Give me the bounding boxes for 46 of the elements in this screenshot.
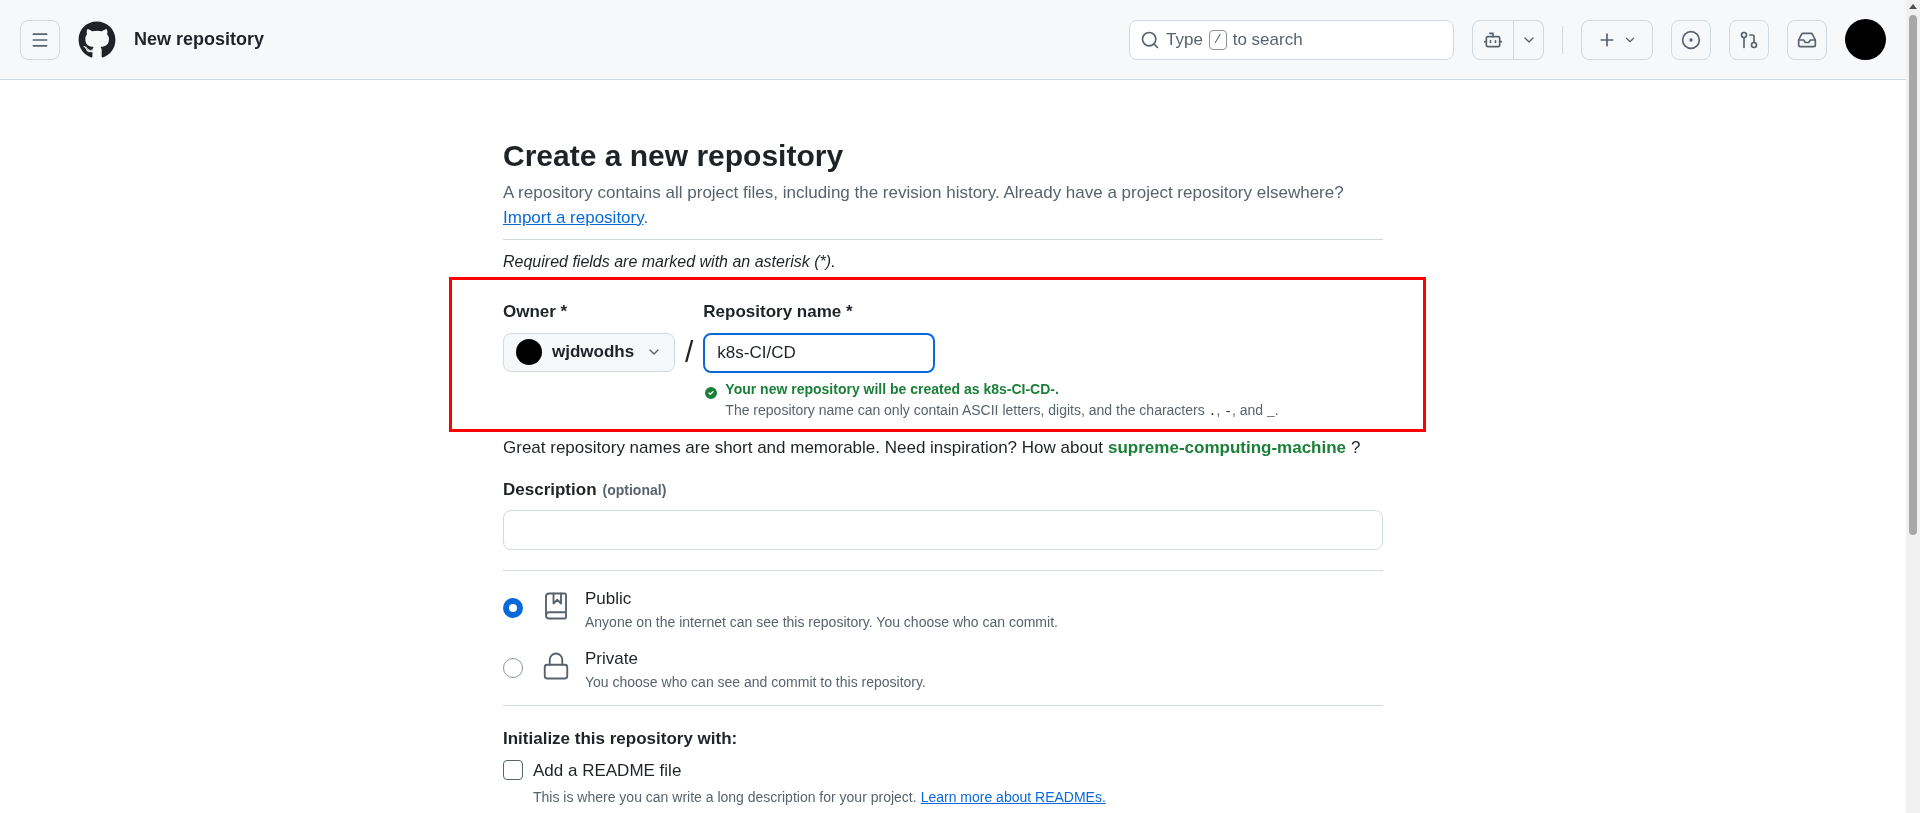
separator-slash: / <box>685 334 694 370</box>
suggested-name-link[interactable]: supreme-computing-machine <box>1108 435 1347 461</box>
pull-request-icon <box>1739 29 1759 50</box>
required-note: Required fields are marked with an asterisk (*). <box>503 252 837 272</box>
readme-checkbox[interactable] <box>503 760 523 781</box>
readme-description: This is where you can write a long description for your project. <box>533 788 917 807</box>
owner-avatar <box>516 339 542 365</box>
visibility-description: You choose who can see and commit to this repository. <box>585 673 926 692</box>
visibility-label: Private <box>585 648 639 670</box>
search-field[interactable]: Type / to search <box>1129 19 1454 60</box>
logo-icon[interactable] <box>78 20 116 59</box>
lock-icon <box>541 651 571 681</box>
optional-hint: (optional) <box>602 480 667 500</box>
description-field[interactable] <box>503 510 1383 550</box>
import-link[interactable]: Import a repository <box>503 208 644 227</box>
form-heading: Create a new repository <box>503 138 845 174</box>
visibility-label: Public <box>585 588 633 610</box>
owner-label: Owner * <box>503 301 569 323</box>
visibility-description: Anyone on the internet can see this repository. You choose who can commit. <box>585 613 1058 632</box>
initialize-heading: Initialize this repository with: <box>503 728 739 750</box>
search-placeholder: Type <box>1166 28 1203 51</box>
repository-name-label: Repository name * <box>703 301 854 323</box>
readme-label: Add a README file <box>533 759 682 782</box>
period-text: . <box>643 208 649 227</box>
inbox-button[interactable] <box>1787 19 1827 60</box>
visibility-radio[interactable] <box>503 598 523 618</box>
pull-requests-button[interactable] <box>1729 19 1769 60</box>
issues-button[interactable] <box>1671 19 1711 60</box>
question-mark-text: ? <box>1351 437 1361 459</box>
search-placeholder: to search <box>1232 28 1303 51</box>
owner-dropdown[interactable]: wjdwodhs <box>503 332 675 372</box>
availability-message: Your new repository will be created as k8s-CI-CD-. <box>725 379 1060 399</box>
search-icon <box>1140 29 1160 50</box>
naming-rule-text: The repository name can only contain ASCII letters, digits, and the characters ., -, and _. <box>725 400 1279 421</box>
copilot-button[interactable] <box>1472 19 1514 60</box>
readme-learn-more-link[interactable]: Learn more about READMEs. <box>920 787 1106 808</box>
suggestion-text: Great repository names are short and memorable. Need inspiration? How about <box>503 437 1104 459</box>
scrollbar[interactable] <box>1906 0 1920 813</box>
description-label: Description <box>503 478 597 501</box>
shortcut-key: / <box>1208 29 1227 50</box>
avatar[interactable] <box>1845 19 1886 60</box>
circle-dot-icon <box>1681 29 1701 50</box>
page-title: New repository <box>134 28 265 51</box>
repository-name-field[interactable]: k8s-CI/CD <box>703 332 936 373</box>
intro-text: A repository contains all project files, including the revision history. Already have a project repository elsewhere? <box>503 183 1344 202</box>
menu-button[interactable] <box>20 19 60 60</box>
